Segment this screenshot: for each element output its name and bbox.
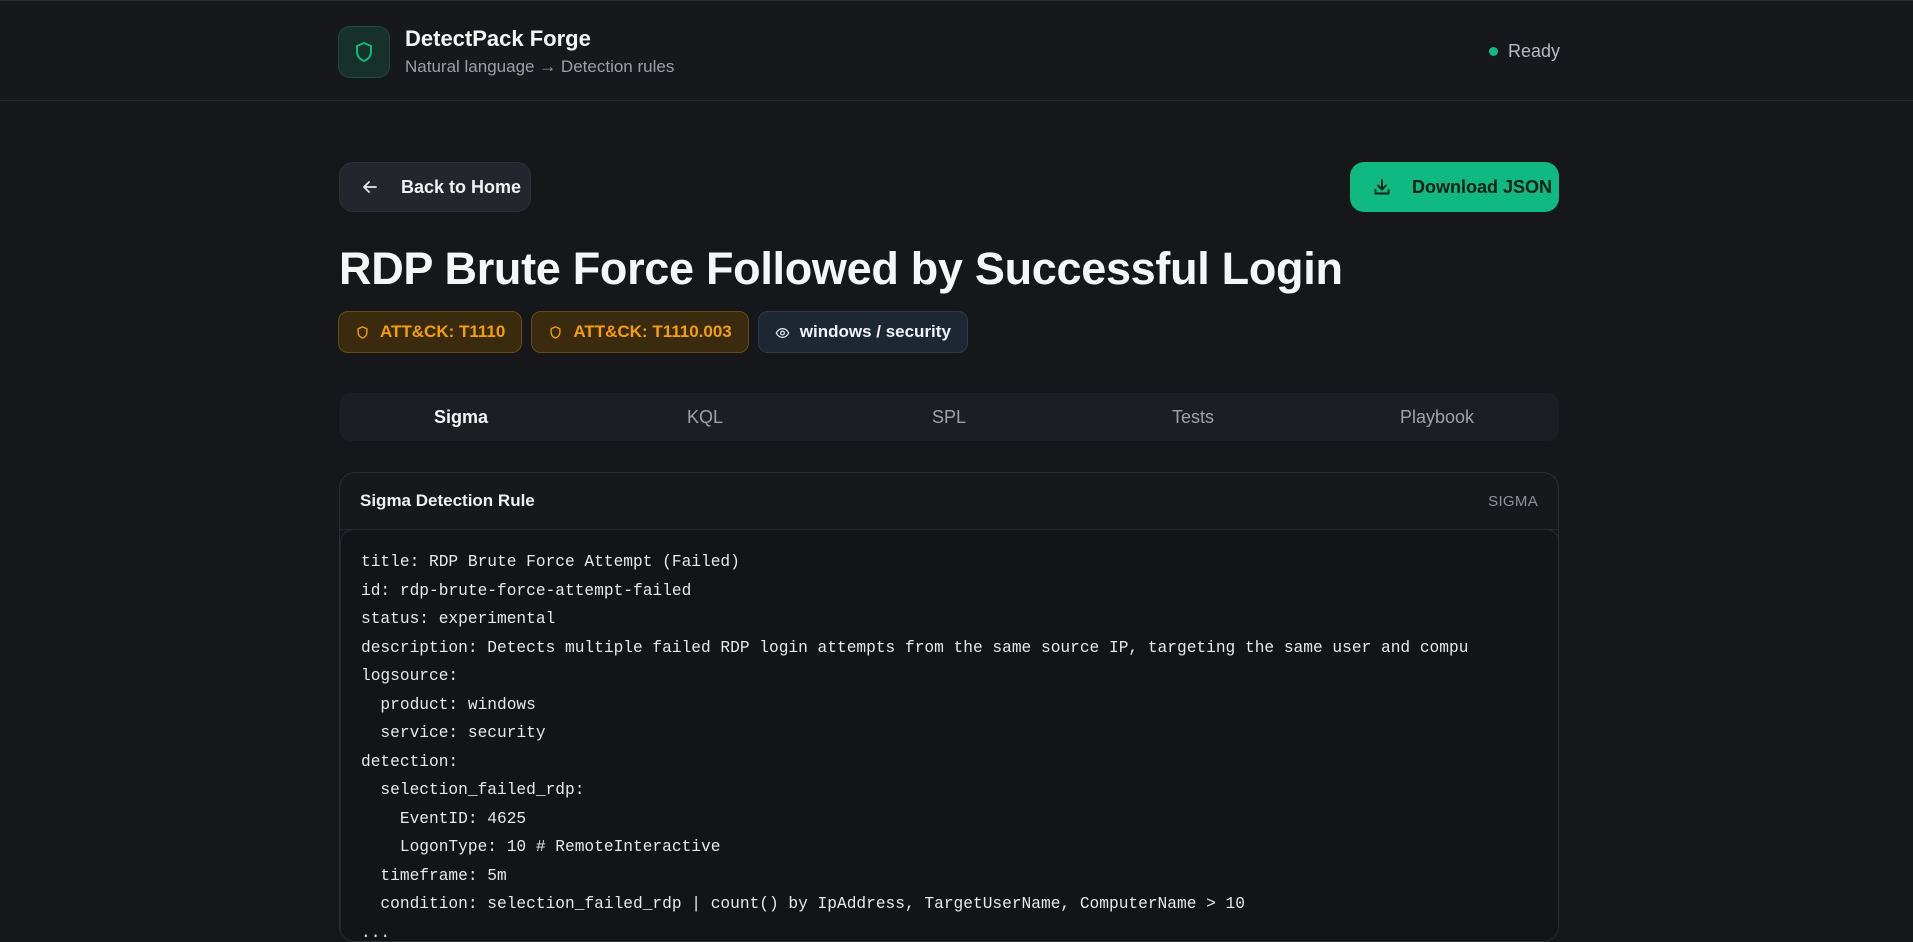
attack-badge-t1110-003[interactable]: ATT&CK: T1110.003 xyxy=(531,311,748,353)
code-line: product: windows xyxy=(361,691,1539,720)
code-line: timeframe: 5m xyxy=(361,862,1539,891)
code-line: condition: selection_failed_rdp | count(… xyxy=(361,890,1539,919)
app-subtitle: Natural language → Detection rules xyxy=(405,55,674,79)
page-title: RDP Brute Force Followed by Successful L… xyxy=(339,240,1343,298)
top-bar: DetectPack Forge Natural language → Dete… xyxy=(0,0,1913,101)
code-line: detection: xyxy=(361,748,1539,777)
code-line: EventID: 4625 xyxy=(361,805,1539,834)
tab-playbook[interactable]: Playbook xyxy=(1315,393,1559,441)
code-line: logsource: xyxy=(361,662,1539,691)
back-to-home-button[interactable]: Back to Home xyxy=(339,162,531,212)
code-line: id: rdp-brute-force-attempt-failed xyxy=(361,577,1539,606)
app-logo xyxy=(338,26,390,78)
code-block[interactable]: title: RDP Brute Force Attempt (Failed) … xyxy=(340,529,1559,942)
code-line: description: Detects multiple failed RDP… xyxy=(361,634,1539,663)
code-line: service: security xyxy=(361,719,1539,748)
tab-tests[interactable]: Tests xyxy=(1071,393,1315,441)
eye-icon xyxy=(775,325,790,340)
panel-title: Sigma Detection Rule xyxy=(360,491,535,511)
shield-icon xyxy=(352,40,376,64)
status-dot xyxy=(1489,47,1498,56)
code-line: title: RDP Brute Force Attempt (Failed) xyxy=(361,548,1539,577)
badge-label: ATT&CK: T1110 xyxy=(380,322,505,342)
brand[interactable]: DetectPack Forge Natural language → Dete… xyxy=(338,25,674,79)
arrow-left-icon xyxy=(361,178,379,196)
code-line: status: experimental xyxy=(361,605,1539,634)
badge-row: ATT&CK: T1110 ATT&CK: T1110.003 windows … xyxy=(338,311,977,353)
download-json-button[interactable]: Download JSON xyxy=(1350,162,1559,212)
tab-kql[interactable]: KQL xyxy=(583,393,827,441)
badge-label: ATT&CK: T1110.003 xyxy=(573,322,731,342)
badge-label: windows / security xyxy=(800,322,951,342)
panel-header: Sigma Detection Rule SIGMA xyxy=(340,473,1558,530)
code-line: LogonType: 10 # RemoteInteractive xyxy=(361,833,1539,862)
app-name: DetectPack Forge xyxy=(405,25,674,53)
logsource-badge[interactable]: windows / security xyxy=(758,311,968,353)
attack-badge-t1110[interactable]: ATT&CK: T1110 xyxy=(338,311,522,353)
code-line: ... xyxy=(361,919,1539,942)
panel-format-tag: SIGMA xyxy=(1488,493,1538,510)
status-text: Ready xyxy=(1508,41,1560,62)
shield-icon xyxy=(548,325,563,340)
back-label: Back to Home xyxy=(401,177,521,198)
download-label: Download JSON xyxy=(1412,177,1552,198)
shield-icon xyxy=(355,325,370,340)
download-icon xyxy=(1372,177,1392,197)
tab-sigma[interactable]: Sigma xyxy=(339,393,583,441)
status-indicator: Ready xyxy=(1489,41,1560,62)
format-tabs: Sigma KQL SPL Tests Playbook xyxy=(339,393,1559,441)
code-line: selection_failed_rdp: xyxy=(361,776,1539,805)
rule-panel: Sigma Detection Rule SIGMA title: RDP Br… xyxy=(339,472,1559,942)
tab-spl[interactable]: SPL xyxy=(827,393,1071,441)
